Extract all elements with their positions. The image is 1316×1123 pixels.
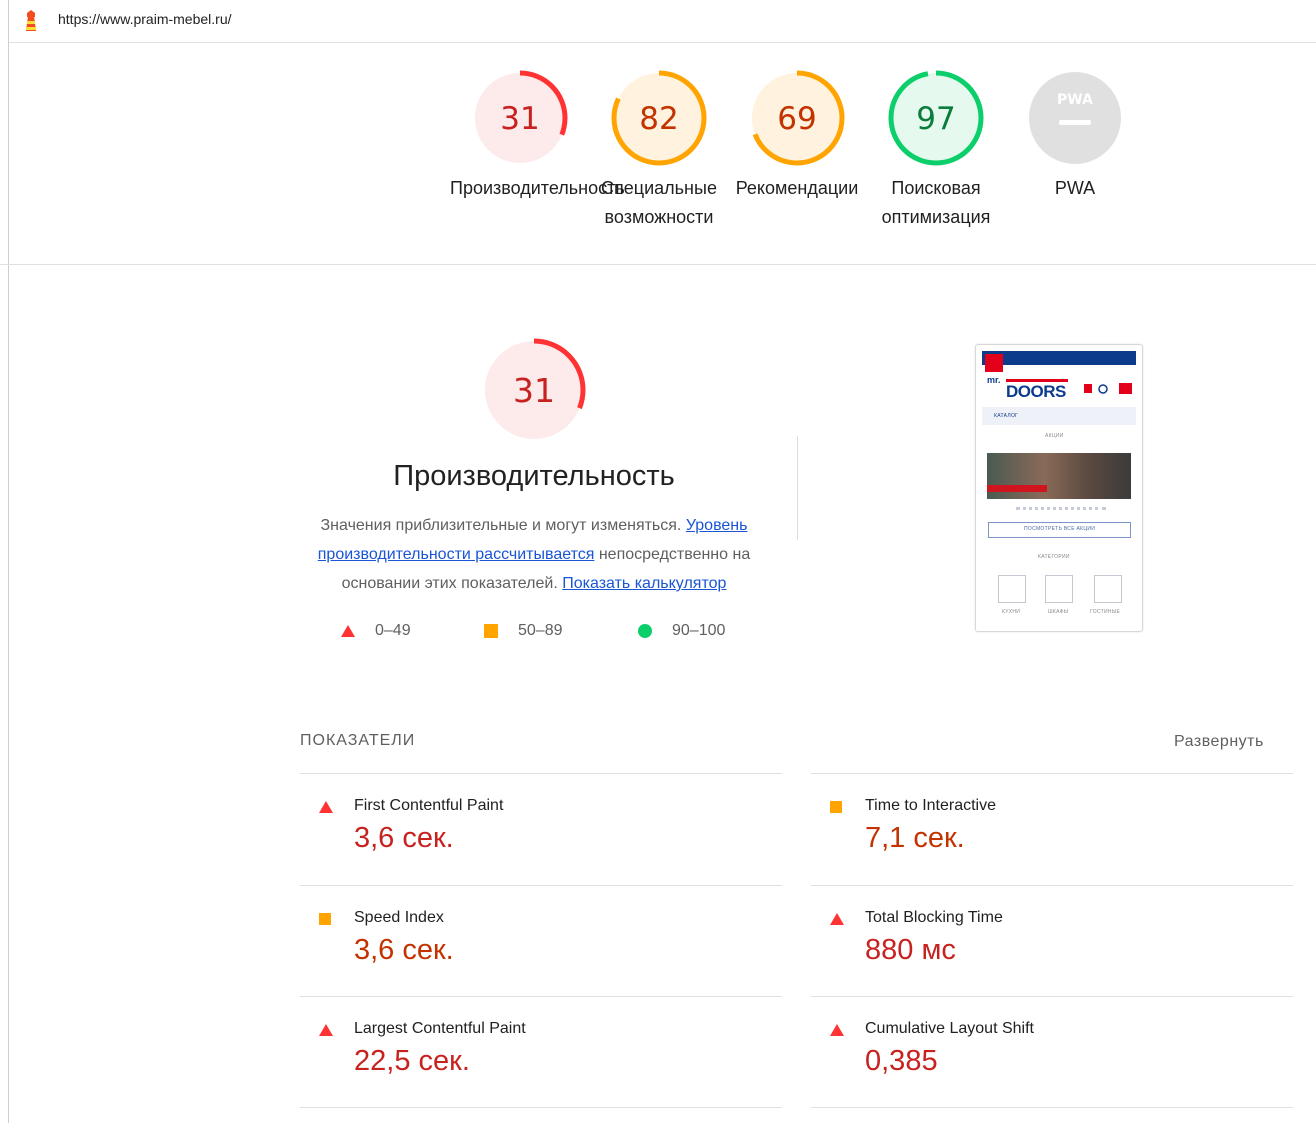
metric-time-to-interactive: Time to Interactive 7,1 сек. xyxy=(811,774,1281,884)
triangle-red-icon xyxy=(319,801,333,813)
thumb-catalog-label: КАТАЛОГ xyxy=(994,413,1019,419)
gauge-label: Производительность xyxy=(450,178,625,198)
metric-value: 22,5 сек. xyxy=(354,1045,470,1077)
gauge-label: Специальные возможности xyxy=(601,178,717,227)
metric-name: First Contentful Paint xyxy=(354,797,504,814)
gauge-ring: 31 xyxy=(472,70,568,166)
description-text: Значения приблизительные и могут изменят… xyxy=(320,517,682,534)
thumb-categories-heading: КАТЕГОРИИ xyxy=(1038,554,1070,560)
gauge-ring: 82 xyxy=(611,70,707,166)
gauge-pwa[interactable]: PWA PWA xyxy=(1005,70,1145,203)
thumb-category-icon xyxy=(1094,575,1122,603)
legend-range: 0–49 xyxy=(375,622,411,639)
metrics-divider xyxy=(300,1107,782,1108)
metric-total-blocking-time: Total Blocking Time 880 мс xyxy=(811,886,1281,996)
metric-name: Cumulative Layout Shift xyxy=(865,1020,1034,1037)
gauge-ring: 69 xyxy=(749,70,845,166)
gauge-label: PWA xyxy=(1054,178,1096,198)
show-calculator-link[interactable]: Показать калькулятор xyxy=(562,575,726,592)
metrics-divider xyxy=(811,1107,1293,1108)
gauge-ring: 97 xyxy=(888,70,984,166)
thumb-view-all-label: ПОСМОТРЕТЬ ВСЕ АКЦИИ xyxy=(1024,526,1096,532)
url-bar: https://www.praim-mebel.ru/ xyxy=(9,0,1316,43)
thumb-slider-dots xyxy=(1016,507,1106,513)
square-orange-icon xyxy=(830,801,842,813)
gauge-best-practices[interactable]: 69 Рекомендации xyxy=(727,70,867,203)
lighthouse-icon xyxy=(26,10,36,31)
square-orange-icon xyxy=(319,913,331,925)
thumb-category-icon xyxy=(1045,575,1073,603)
gauge-score: 31 xyxy=(500,101,539,137)
page-screenshot-thumbnail[interactable]: mr. DOORS КАТАЛОГ АКЦИИ ПОСМОТРЕТЬ ВСЕ А… xyxy=(975,344,1143,632)
triangle-red-icon xyxy=(830,1024,844,1036)
thumb-header-bar xyxy=(982,351,1136,365)
performance-description: Значения приблизительные и могут изменят… xyxy=(300,511,768,598)
thumb-promo-banner xyxy=(987,485,1047,492)
gauge-performance[interactable]: 31 Производительность xyxy=(450,70,625,203)
thumb-category-label: ГОСТИНЫЕ xyxy=(1090,609,1121,615)
metric-value: 0,385 xyxy=(865,1045,938,1077)
legend-average: 50–89 xyxy=(484,622,563,640)
legend-range: 90–100 xyxy=(672,622,726,639)
metric-value: 3,6 сек. xyxy=(354,822,454,854)
thumb-category-icon xyxy=(998,575,1026,603)
gauge-label: Рекомендации xyxy=(735,178,859,198)
page-url[interactable]: https://www.praim-mebel.ru/ xyxy=(58,11,232,27)
score-gauges: 31 Производительность 82 Специальные воз… xyxy=(0,42,1316,265)
pwa-badge: PWA xyxy=(1029,72,1121,164)
square-orange-icon xyxy=(484,624,498,638)
thumb-brand-small: mr. xyxy=(987,375,1001,385)
triangle-red-icon xyxy=(341,625,355,637)
pwa-logo-text: PWA xyxy=(1057,92,1093,108)
legend-pass: 90–100 xyxy=(638,622,725,640)
metric-first-contentful-paint: First Contentful Paint 3,6 сек. xyxy=(300,774,770,884)
metric-name: Time to Interactive xyxy=(865,797,997,814)
metric-name: Speed Index xyxy=(354,909,444,926)
gauge-label: Поисковая оптимизация xyxy=(881,178,991,227)
triangle-red-icon xyxy=(319,1024,333,1036)
thumb-brand: DOORS xyxy=(1006,382,1066,401)
metric-value: 880 мс xyxy=(865,934,956,966)
performance-title: Производительность xyxy=(393,460,675,492)
gauge-score: 69 xyxy=(777,101,816,137)
metric-name: Largest Contentful Paint xyxy=(354,1020,526,1037)
expand-button[interactable]: Развернуть xyxy=(1174,733,1264,751)
metric-cumulative-layout-shift: Cumulative Layout Shift 0,385 xyxy=(811,997,1281,1107)
circle-green-icon xyxy=(638,624,652,638)
metric-largest-contentful-paint: Largest Contentful Paint 22,5 сек. xyxy=(300,997,770,1107)
legend-range: 50–89 xyxy=(518,622,563,639)
thumb-promo-heading: АКЦИИ xyxy=(1045,433,1064,439)
vertical-divider xyxy=(797,436,798,540)
thumb-category-label: ШКАФЫ xyxy=(1048,609,1069,615)
gauge-accessibility[interactable]: 82 Специальные возможности xyxy=(589,70,729,232)
metrics-heading: ПОКАЗАТЕЛИ xyxy=(300,732,416,749)
metric-value: 3,6 сек. xyxy=(354,934,454,966)
metric-name: Total Blocking Time xyxy=(865,909,1003,926)
thumb-header-icons xyxy=(1084,383,1132,394)
gauge-score: 97 xyxy=(916,101,955,137)
metric-value: 7,1 сек. xyxy=(865,822,965,854)
performance-gauge: 31 xyxy=(482,338,586,442)
thumb-category-label: КУХНИ xyxy=(1002,609,1021,615)
thumb-red-logo xyxy=(985,354,1003,372)
metric-speed-index: Speed Index 3,6 сек. xyxy=(300,886,770,996)
legend-fail: 0–49 xyxy=(341,622,411,640)
gauge-score: 82 xyxy=(639,101,678,137)
triangle-red-icon xyxy=(830,913,844,925)
thumb-promo-image xyxy=(987,453,1131,499)
performance-score: 31 xyxy=(513,371,555,410)
gauge-seo[interactable]: 97 Поисковая оптимизация xyxy=(866,70,1006,232)
